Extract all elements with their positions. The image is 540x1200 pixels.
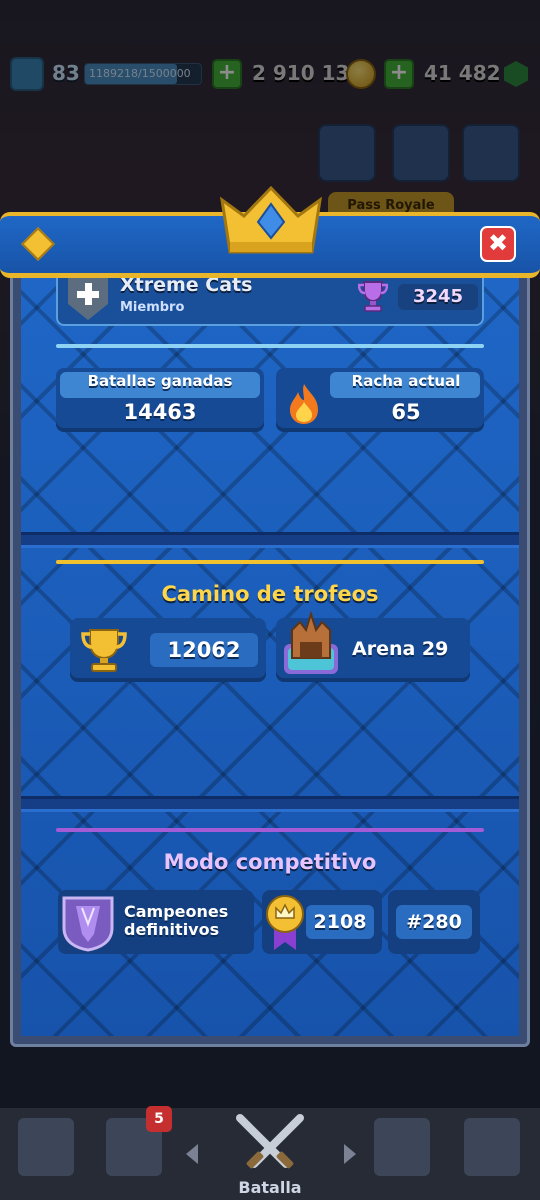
nav-battle-label: Batalla xyxy=(238,1178,302,1197)
crown-icon xyxy=(219,185,323,254)
league-shield-icon xyxy=(62,896,114,952)
league-card[interactable]: Campeones definitivos xyxy=(58,890,254,954)
nav-events[interactable] xyxy=(464,1118,520,1176)
streak-label: Racha actual xyxy=(351,372,461,390)
crossed-swords-icon[interactable] xyxy=(232,1112,308,1176)
clan-trophy-icon xyxy=(358,281,388,312)
cards-badge: 5 xyxy=(146,1106,172,1132)
trophy-road-title: Camino de trofeos xyxy=(161,582,379,606)
trophy-icon xyxy=(81,629,127,672)
clan-role: Miembro xyxy=(120,300,185,315)
ranked-title: Modo competitivo xyxy=(163,850,377,874)
ranked-divider xyxy=(56,828,484,832)
nav-shop[interactable] xyxy=(18,1118,74,1176)
bottom-nav: Batalla xyxy=(0,1108,540,1200)
rating-card: 2108 xyxy=(262,890,382,954)
clan-row[interactable]: Xtreme Cats Miembro 3245 xyxy=(56,270,484,326)
rating-value: 2108 xyxy=(306,905,374,939)
league-name-line1: Campeones xyxy=(124,902,229,921)
rating-medal-icon xyxy=(266,895,304,950)
nav-right-arrow-icon[interactable] xyxy=(344,1144,356,1164)
fire-icon xyxy=(290,384,318,424)
arena-icon xyxy=(284,610,338,674)
trophy-count-card: 12062 xyxy=(70,618,266,682)
streak-card: Racha actual 65 xyxy=(276,368,484,432)
wins-label: Batallas ganadas xyxy=(87,372,233,390)
arena-name: Arena 29 xyxy=(352,638,449,660)
rank-card: #280 xyxy=(388,890,480,954)
trophy-road-divider xyxy=(56,560,484,564)
clan-badge-icon xyxy=(68,274,108,320)
section-separator xyxy=(21,532,519,548)
wins-value: 14463 xyxy=(123,400,197,424)
league-name-line2: definitivos xyxy=(124,920,220,939)
clan-divider xyxy=(56,344,484,348)
arena-card[interactable]: Arena 29 xyxy=(276,610,470,682)
section-separator xyxy=(21,796,519,812)
nav-clan[interactable] xyxy=(374,1118,430,1176)
streak-value: 65 xyxy=(391,400,421,424)
wins-card: Batallas ganadas 14463 xyxy=(56,368,264,432)
rank-value: #280 xyxy=(396,905,472,939)
trophy-count: 12062 xyxy=(150,633,258,667)
nav-left-arrow-icon[interactable] xyxy=(186,1144,198,1164)
clan-trophies: 3245 xyxy=(398,284,478,310)
close-button[interactable]: ✖ xyxy=(480,226,516,262)
